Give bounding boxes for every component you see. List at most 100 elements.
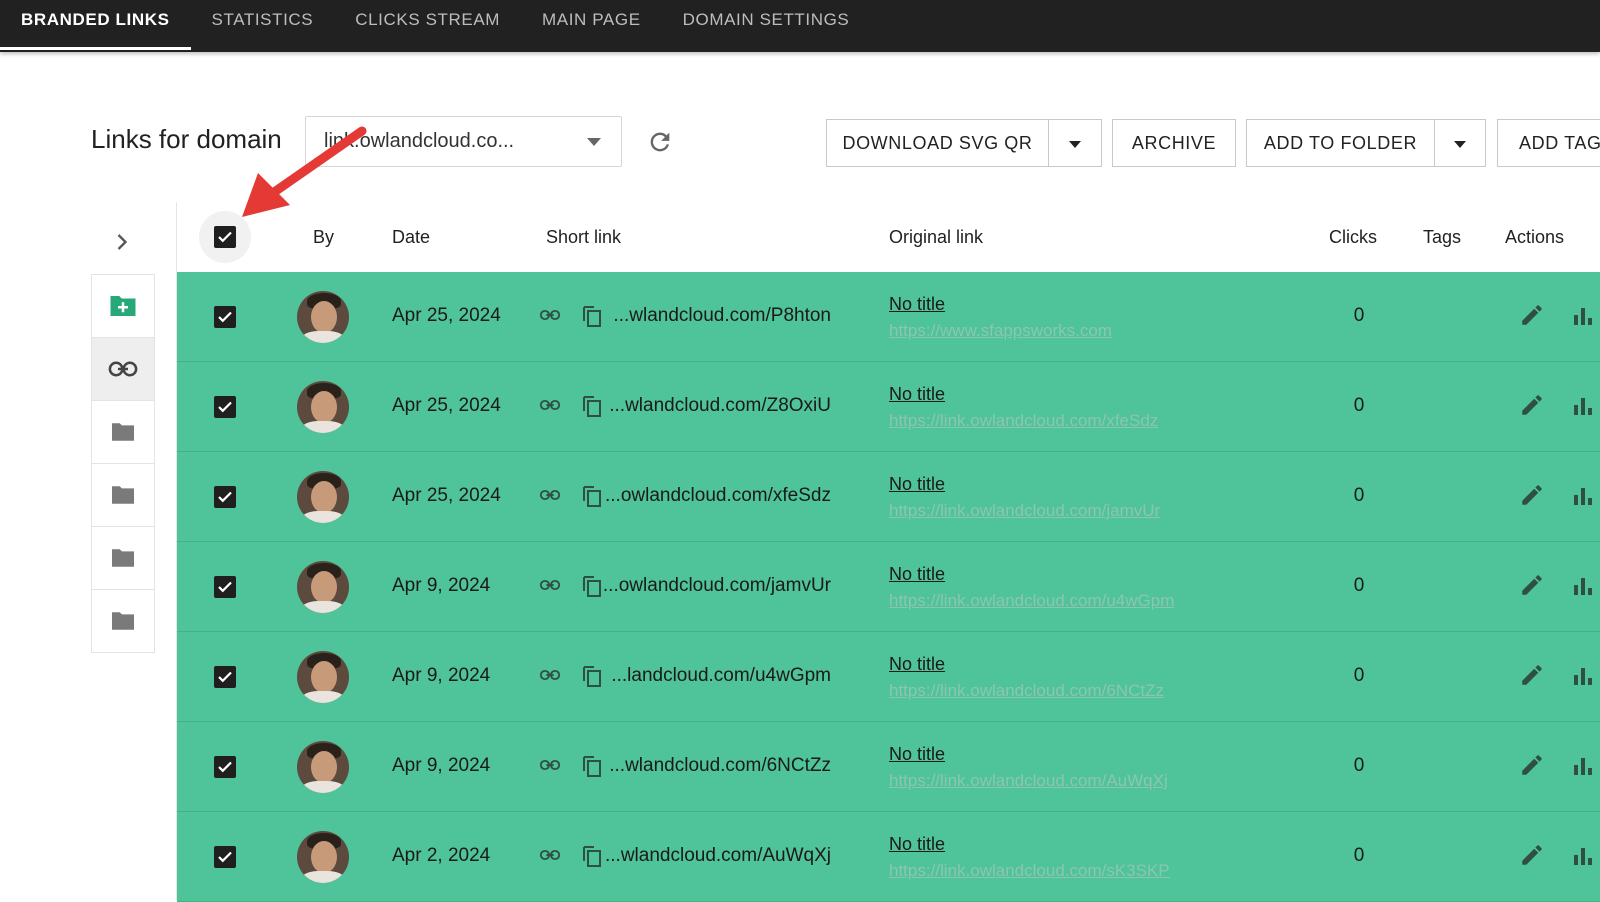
copy-icon[interactable] — [581, 484, 603, 508]
sidebar-item-folder[interactable] — [92, 590, 154, 652]
folder-icon — [112, 549, 134, 567]
edit-icon[interactable] — [1519, 662, 1545, 688]
copy-icon[interactable] — [581, 304, 603, 328]
open-link-icon[interactable] — [539, 487, 561, 503]
clicks-count: 0 — [1353, 305, 1365, 326]
header-clicks[interactable]: Clicks — [1329, 227, 1377, 248]
bar-chart-icon[interactable] — [1571, 844, 1595, 868]
original-link-url[interactable]: https://link.owlandcloud.com/u4wGpm — [889, 591, 1174, 611]
short-link[interactable]: ...wlandcloud.com/AuWqXj — [605, 845, 831, 867]
download-options-dropdown-button[interactable] — [1048, 119, 1102, 167]
header-date[interactable]: Date — [392, 227, 430, 248]
edit-icon[interactable] — [1519, 752, 1545, 778]
table-row[interactable]: Apr 9, 2024 ...wlandcloud.com/6NCtZz No … — [177, 722, 1600, 812]
tab-statistics[interactable]: STATISTICS — [191, 0, 335, 50]
row-date: Apr 25, 2024 — [392, 395, 501, 416]
original-link-title[interactable]: No title — [889, 654, 945, 675]
original-link-url[interactable]: https://link.owlandcloud.com/jamvUr — [889, 501, 1160, 521]
bar-chart-icon[interactable] — [1571, 754, 1595, 778]
edit-icon[interactable] — [1519, 482, 1545, 508]
original-link-url[interactable]: https://link.owlandcloud.com/xfeSdz — [889, 411, 1158, 431]
clicks-count: 0 — [1353, 395, 1365, 416]
short-link[interactable]: ...wlandcloud.com/P8hton — [613, 305, 831, 327]
avatar — [297, 561, 349, 613]
table-row[interactable]: Apr 9, 2024 ...landcloud.com/u4wGpm No t… — [177, 632, 1600, 722]
table-row[interactable]: Apr 25, 2024 ...wlandcloud.com/P8hton No… — [177, 272, 1600, 362]
avatar — [297, 831, 349, 883]
bar-chart-icon[interactable] — [1571, 574, 1595, 598]
short-link[interactable]: ...owlandcloud.com/xfeSdz — [605, 485, 831, 507]
tab-clicks-stream[interactable]: CLICKS STREAM — [334, 0, 521, 50]
sidebar-item-all-links[interactable] — [92, 338, 154, 401]
clicks-count: 0 — [1353, 575, 1365, 596]
folder-options-dropdown-button[interactable] — [1434, 119, 1486, 167]
copy-icon[interactable] — [581, 394, 603, 418]
row-date: Apr 9, 2024 — [392, 575, 491, 596]
short-link[interactable]: ...wlandcloud.com/6NCtZz — [609, 755, 831, 777]
chevron-down-icon — [587, 138, 601, 146]
original-link-url[interactable]: https://www.sfappsworks.com — [889, 321, 1112, 341]
bar-chart-icon[interactable] — [1571, 484, 1595, 508]
original-link-title[interactable]: No title — [889, 384, 945, 405]
refresh-icon[interactable] — [646, 128, 674, 156]
checkmark-icon — [218, 581, 232, 593]
edit-icon[interactable] — [1519, 392, 1545, 418]
open-link-icon[interactable] — [539, 847, 561, 863]
sidebar-item-add-folder[interactable] — [92, 275, 154, 338]
download-svg-qr-button[interactable]: DOWNLOAD SVG QR — [826, 119, 1049, 167]
table-row[interactable]: Apr 2, 2024 ...wlandcloud.com/AuWqXj No … — [177, 812, 1600, 902]
tab-domain-settings[interactable]: DOMAIN SETTINGS — [662, 0, 871, 50]
archive-button[interactable]: ARCHIVE — [1112, 119, 1236, 167]
row-checkbox[interactable] — [214, 306, 236, 328]
short-link[interactable]: ...wlandcloud.com/Z8OxiU — [609, 395, 831, 417]
row-checkbox[interactable] — [214, 756, 236, 778]
copy-icon[interactable] — [581, 844, 603, 868]
sidebar-item-folder[interactable] — [92, 401, 154, 464]
bar-chart-icon[interactable] — [1571, 304, 1595, 328]
row-date: Apr 9, 2024 — [392, 665, 491, 686]
short-link[interactable]: ...landcloud.com/u4wGpm — [611, 665, 831, 687]
select-all-checkbox[interactable] — [214, 226, 236, 248]
copy-icon[interactable] — [581, 664, 603, 688]
edit-icon[interactable] — [1519, 302, 1545, 328]
original-link-title[interactable]: No title — [889, 744, 945, 765]
checkmark-icon — [218, 311, 232, 323]
bar-chart-icon[interactable] — [1571, 394, 1595, 418]
original-link-url[interactable]: https://link.owlandcloud.com/6NCtZz — [889, 681, 1164, 701]
open-link-icon[interactable] — [539, 757, 561, 773]
row-checkbox[interactable] — [214, 486, 236, 508]
original-link-title[interactable]: No title — [889, 294, 945, 315]
original-link-title[interactable]: No title — [889, 474, 945, 495]
tab-branded-links[interactable]: BRANDED LINKS — [0, 0, 191, 50]
chevron-right-icon[interactable] — [108, 228, 136, 256]
copy-icon[interactable] — [581, 754, 603, 778]
table-row[interactable]: Apr 25, 2024 ...owlandcloud.com/xfeSdz N… — [177, 452, 1600, 542]
row-checkbox[interactable] — [214, 396, 236, 418]
row-checkbox[interactable] — [214, 576, 236, 598]
add-to-folder-button[interactable]: ADD TO FOLDER — [1246, 119, 1435, 167]
sidebar-item-folder[interactable] — [92, 464, 154, 527]
open-link-icon[interactable] — [539, 307, 561, 323]
original-link-url[interactable]: https://link.owlandcloud.com/AuWqXj — [889, 771, 1168, 791]
edit-icon[interactable] — [1519, 842, 1545, 868]
bar-chart-icon[interactable] — [1571, 664, 1595, 688]
row-date: Apr 25, 2024 — [392, 305, 501, 326]
copy-icon[interactable] — [581, 574, 603, 598]
domain-label: Links for domain — [91, 124, 282, 154]
domain-select[interactable]: link.owlandcloud.co... — [305, 116, 622, 167]
tab-main-page[interactable]: MAIN PAGE — [521, 0, 662, 50]
sidebar-item-folder[interactable] — [92, 527, 154, 590]
original-link-title[interactable]: No title — [889, 564, 945, 585]
add-tag-button[interactable]: ADD TAG — [1497, 119, 1600, 167]
row-checkbox[interactable] — [214, 846, 236, 868]
original-link-url[interactable]: https://link.owlandcloud.com/sK3SKP — [889, 861, 1170, 881]
open-link-icon[interactable] — [539, 397, 561, 413]
short-link[interactable]: ...owlandcloud.com/jamvUr — [603, 575, 831, 597]
original-link-title[interactable]: No title — [889, 834, 945, 855]
open-link-icon[interactable] — [539, 667, 561, 683]
table-row[interactable]: Apr 9, 2024 ...owlandcloud.com/jamvUr No… — [177, 542, 1600, 632]
open-link-icon[interactable] — [539, 577, 561, 593]
edit-icon[interactable] — [1519, 572, 1545, 598]
table-row[interactable]: Apr 25, 2024 ...wlandcloud.com/Z8OxiU No… — [177, 362, 1600, 452]
row-checkbox[interactable] — [214, 666, 236, 688]
